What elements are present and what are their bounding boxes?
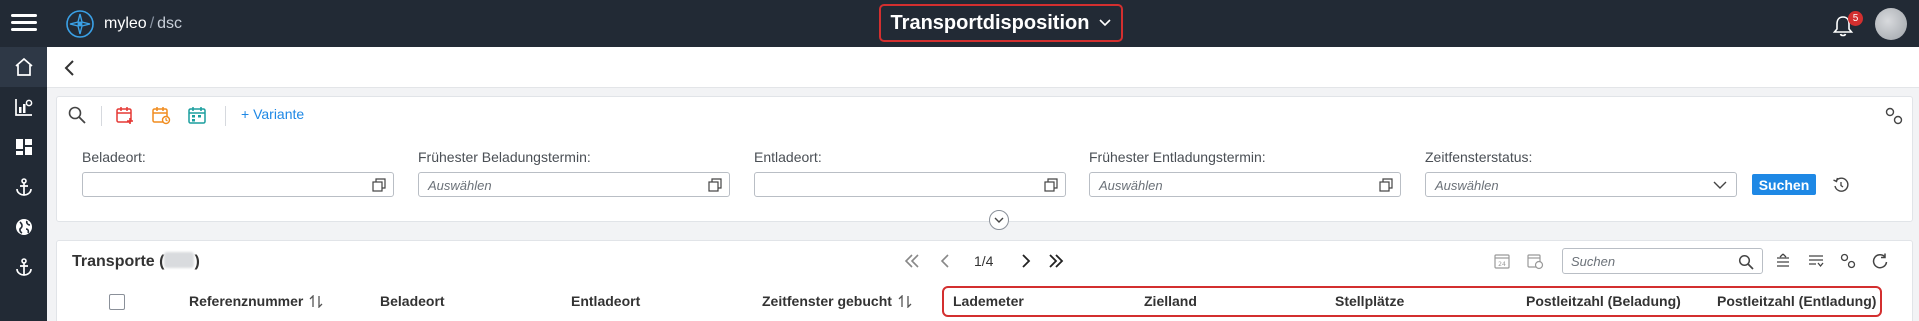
brand-separator: / <box>149 15 155 32</box>
calendar-clock-icon[interactable] <box>1526 252 1544 270</box>
zeitfensterstatus-select[interactable]: Auswählen <box>1425 172 1737 197</box>
side-nav <box>0 47 47 321</box>
column-header-entladeort[interactable]: Entladeort <box>571 293 640 309</box>
chevron-down-icon <box>1713 181 1727 189</box>
nav-globe[interactable] <box>0 207 47 247</box>
calendar-icon[interactable] <box>187 105 207 125</box>
frueh-beladung-input[interactable]: Auswählen <box>418 172 730 197</box>
home-icon <box>14 57 33 76</box>
nav-home[interactable] <box>0 47 47 87</box>
filter-panel: + Variante Beladeort: Frühester Beladung… <box>56 96 1913 230</box>
anchor-icon <box>15 258 32 276</box>
value-help-icon[interactable] <box>1044 178 1058 192</box>
entladeort-label: Entladeort: <box>754 149 822 165</box>
column-header-zeitfenster-gebucht[interactable]: Zeitfenster gebucht <box>762 293 912 309</box>
value-help-icon[interactable] <box>708 178 722 192</box>
frueh-beladung-label: Frühester Beladungstermin: <box>418 149 591 165</box>
calendar-day-icon[interactable]: 24 <box>1493 252 1511 270</box>
frueh-entladung-label: Frühester Entladungstermin: <box>1089 149 1266 165</box>
settings-icon[interactable] <box>1884 106 1904 126</box>
results-search-input[interactable]: Suchen <box>1562 248 1763 274</box>
notification-badge: 5 <box>1848 11 1863 26</box>
page-header <box>47 47 1919 88</box>
brand-sub: dsc <box>157 15 183 32</box>
page-indicator: 1/4 <box>974 253 994 269</box>
search-icon[interactable] <box>1738 254 1754 270</box>
results-count-redacted <box>164 252 195 268</box>
calendar-clock-icon[interactable] <box>151 105 171 125</box>
column-header-plz-entladung[interactable]: Postleitzahl (Entladung) <box>1717 293 1876 309</box>
frueh-entladung-input[interactable]: Auswählen <box>1089 172 1401 197</box>
dashboard-icon <box>15 139 32 155</box>
chevron-down-icon <box>1099 19 1112 27</box>
first-page-icon[interactable] <box>903 252 921 270</box>
anchor-icon <box>15 178 32 196</box>
globe-icon <box>15 219 32 235</box>
toolbar-divider <box>101 106 102 126</box>
sort-icon[interactable] <box>1774 252 1792 270</box>
search-button[interactable]: Suchen <box>1752 174 1816 195</box>
logo-text: myleo / dsc <box>104 15 182 33</box>
last-page-icon[interactable] <box>1047 252 1065 270</box>
beladeort-label: Beladeort: <box>82 149 146 165</box>
app-title: Transportdisposition <box>890 11 1090 34</box>
nav-anchor[interactable] <box>0 167 47 207</box>
chevron-down-icon <box>994 217 1004 223</box>
toolbar-divider <box>225 106 226 126</box>
column-label: Zeitfenster gebucht <box>762 293 892 309</box>
select-all-checkbox[interactable] <box>109 294 125 310</box>
results-title-suffix: ) <box>194 253 200 270</box>
frueh-entladung-placeholder: Auswählen <box>1099 178 1163 193</box>
column-header-plz-beladung[interactable]: Postleitzahl (Beladung) <box>1526 293 1681 309</box>
results-panel: Transporte () 1/4 24 Suchen Referenznumm… <box>56 240 1913 321</box>
search-icon[interactable] <box>67 105 87 125</box>
sort-icon <box>898 294 912 309</box>
add-variant-button[interactable]: + Variante <box>241 106 304 122</box>
sort-icon <box>309 294 323 309</box>
top-bar: myleo / dsc Transportdisposition 5 <box>0 0 1919 47</box>
avatar[interactable] <box>1875 8 1907 40</box>
value-help-icon[interactable] <box>1379 178 1393 192</box>
refresh-icon[interactable] <box>1871 252 1889 270</box>
svg-text:24: 24 <box>1498 261 1506 268</box>
app-logo[interactable]: myleo / dsc <box>64 8 182 40</box>
column-header-lademeter[interactable]: Lademeter <box>953 293 1024 309</box>
column-header-zielland[interactable]: Zielland <box>1144 293 1197 309</box>
filter-icon[interactable] <box>1807 252 1825 270</box>
previous-page-icon[interactable] <box>936 252 954 270</box>
value-help-icon[interactable] <box>372 178 386 192</box>
zeitfensterstatus-label: Zeitfensterstatus: <box>1425 149 1533 165</box>
back-arrow-icon[interactable] <box>61 59 79 77</box>
nav-anchor-2[interactable] <box>0 247 47 287</box>
frueh-beladung-placeholder: Auswählen <box>428 178 492 193</box>
column-header-referenznummer[interactable]: Referenznummer <box>189 293 323 309</box>
nav-dashboard[interactable] <box>0 127 47 167</box>
analytics-icon <box>14 99 32 116</box>
column-header-beladeort[interactable]: Beladeort <box>380 293 445 309</box>
calendar-add-icon[interactable] <box>115 105 135 125</box>
results-search-placeholder: Suchen <box>1571 254 1616 269</box>
reset-icon[interactable] <box>1832 176 1850 194</box>
column-label: Referenznummer <box>189 293 304 309</box>
logo-mark-icon <box>66 10 94 38</box>
results-title: Transporte () <box>72 252 200 271</box>
nav-analytics[interactable] <box>0 87 47 127</box>
app-title-dropdown[interactable]: Transportdisposition <box>879 4 1123 42</box>
settings-icon[interactable] <box>1839 252 1857 270</box>
beladeort-input[interactable] <box>82 172 394 197</box>
brand-name: myleo <box>104 15 147 32</box>
column-header-stellplaetze[interactable]: Stellplätze <box>1335 293 1404 309</box>
zeitfensterstatus-placeholder: Auswählen <box>1435 178 1499 193</box>
entladeort-input[interactable] <box>754 172 1066 197</box>
menu-icon[interactable] <box>10 10 38 36</box>
expand-filters-button[interactable] <box>989 210 1009 230</box>
next-page-icon[interactable] <box>1017 252 1035 270</box>
results-title-prefix: Transporte ( <box>72 253 165 270</box>
